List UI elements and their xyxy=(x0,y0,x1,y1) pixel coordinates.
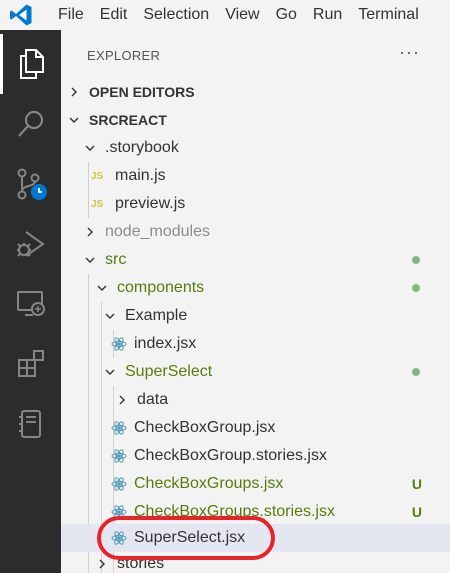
tree-item-label: Example xyxy=(125,307,188,324)
menu-selection[interactable]: Selection xyxy=(135,6,217,24)
chevron-down-icon xyxy=(95,281,109,295)
source-control-icon[interactable] xyxy=(0,154,61,214)
notebook-icon[interactable] xyxy=(0,394,61,454)
git-untracked-badge: U xyxy=(411,504,422,520)
menu-bar: File Edit Selection View Go Run Terminal xyxy=(0,0,450,30)
run-debug-icon[interactable] xyxy=(0,214,61,274)
react-icon xyxy=(111,420,127,436)
tree-item-label: preview.js xyxy=(115,195,186,212)
tree-file-checkboxgroup-stories-jsx[interactable]: CheckBoxGroup.stories.jsx xyxy=(61,442,450,470)
react-icon xyxy=(111,476,127,492)
open-editors-section[interactable]: OPEN EDITORS xyxy=(61,78,450,106)
menu-file[interactable]: File xyxy=(50,6,92,24)
workspace-root-section[interactable]: SRCREACT xyxy=(61,106,450,134)
menu-view[interactable]: View xyxy=(217,6,267,24)
react-icon xyxy=(111,448,127,464)
js-file-icon: JS xyxy=(91,170,104,182)
tree-folder-data[interactable]: data xyxy=(61,386,450,414)
tree-file-preview-js[interactable]: JS preview.js xyxy=(61,190,450,218)
tree-file-checkboxgroup-jsx[interactable]: CheckBoxGroup.jsx xyxy=(61,414,450,442)
chevron-right-icon xyxy=(83,225,97,239)
tree-item-label: .storybook xyxy=(105,139,179,156)
react-icon xyxy=(111,336,127,352)
chevron-right-icon xyxy=(95,557,109,571)
chevron-down-icon xyxy=(83,253,97,267)
tree-item-label: main.js xyxy=(115,167,166,184)
tree-folder-node-modules[interactable]: node_modules xyxy=(61,218,450,246)
chevron-down-icon xyxy=(67,113,81,127)
tree-item-label: src xyxy=(105,251,127,268)
chevron-down-icon xyxy=(83,141,97,155)
tree-item-label: CheckBoxGroup.stories.jsx xyxy=(134,447,327,464)
explorer-sidebar: EXPLORER ··· OPEN EDITORS SRCREACT .stor… xyxy=(61,30,450,573)
files-icon[interactable] xyxy=(0,34,61,94)
chevron-right-icon xyxy=(115,393,129,407)
tree-item-label: CheckBoxGroups.jsx xyxy=(134,475,284,492)
open-editors-label: OPEN EDITORS xyxy=(89,84,195,100)
tree-folder-superselect[interactable]: SuperSelect xyxy=(61,358,450,386)
tree-folder-src[interactable]: src xyxy=(61,246,450,274)
search-icon[interactable] xyxy=(0,94,61,154)
chevron-down-icon xyxy=(103,365,117,379)
extensions-icon[interactable] xyxy=(0,334,61,394)
explorer-title: EXPLORER xyxy=(87,48,161,63)
tree-item-label: node_modules xyxy=(105,223,210,240)
menu-terminal[interactable]: Terminal xyxy=(350,6,426,24)
activity-bar xyxy=(0,30,61,573)
tree-folder-example[interactable]: Example xyxy=(61,302,450,330)
vscode-logo-icon xyxy=(6,0,36,30)
chevron-down-icon xyxy=(103,309,117,323)
tree-item-label: CheckBoxGroup.jsx xyxy=(134,419,276,436)
tree-file-index-jsx[interactable]: index.jsx xyxy=(61,330,450,358)
tree-item-label: components xyxy=(117,279,205,296)
menu-edit[interactable]: Edit xyxy=(92,6,136,24)
git-modified-dot xyxy=(412,368,420,376)
workspace-root-label: SRCREACT xyxy=(89,112,167,128)
tree-folder-components[interactable]: components xyxy=(61,274,450,302)
js-file-icon: JS xyxy=(91,198,104,210)
chevron-right-icon xyxy=(67,85,81,99)
git-untracked-badge: U xyxy=(411,476,422,492)
tree-item-label: data xyxy=(137,391,169,408)
annotation-highlight-ring xyxy=(97,516,275,560)
git-modified-dot xyxy=(412,284,420,292)
tree-item-label: SuperSelect xyxy=(125,363,213,380)
tree-item-label: index.jsx xyxy=(134,335,197,352)
tree-file-checkboxgroups-jsx[interactable]: CheckBoxGroups.jsx U xyxy=(61,470,450,498)
menu-go[interactable]: Go xyxy=(268,6,305,24)
menu-run[interactable]: Run xyxy=(305,6,350,24)
more-actions-icon[interactable]: ··· xyxy=(399,42,420,63)
tree-folder-storybook[interactable]: .storybook xyxy=(61,134,450,162)
remote-explorer-icon[interactable] xyxy=(0,274,61,334)
git-modified-dot xyxy=(412,256,420,264)
tree-file-main-js[interactable]: JS main.js xyxy=(61,162,450,190)
